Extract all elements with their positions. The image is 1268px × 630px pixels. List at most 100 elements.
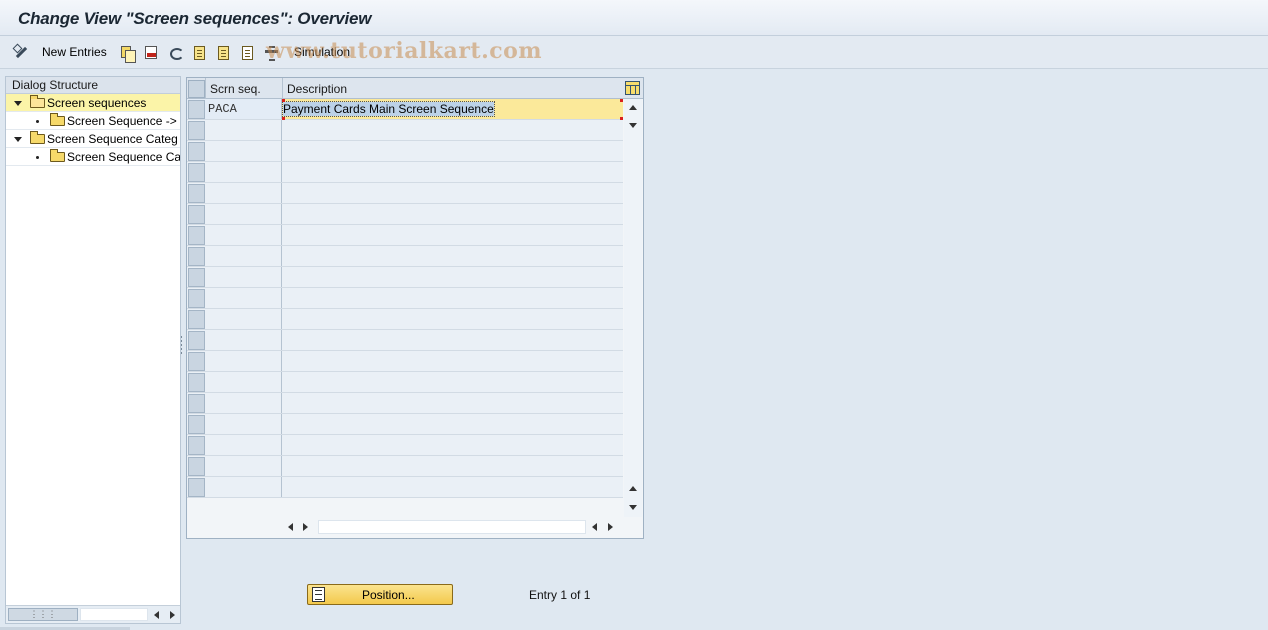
scrn-seq-cell[interactable] [206, 183, 282, 203]
scroll-left-icon[interactable] [154, 611, 159, 619]
table-row[interactable] [187, 414, 623, 435]
row-selector[interactable] [188, 100, 205, 119]
select-block-button[interactable] [218, 43, 229, 61]
scroll-right-icon[interactable] [303, 523, 308, 531]
description-cell[interactable] [282, 393, 623, 413]
row-selector[interactable] [188, 268, 205, 287]
row-selector[interactable] [188, 373, 205, 392]
select-all-rows-button[interactable] [188, 80, 205, 98]
table-row[interactable] [187, 204, 623, 225]
description-cell[interactable] [282, 183, 623, 203]
scroll-left-icon[interactable] [288, 523, 293, 531]
scrn-seq-cell[interactable] [206, 435, 282, 455]
scrn-seq-cell[interactable] [206, 225, 282, 245]
description-cell[interactable] [282, 225, 623, 245]
table-row[interactable] [187, 309, 623, 330]
table-row[interactable] [187, 393, 623, 414]
scrn-seq-cell[interactable] [206, 309, 282, 329]
description-cell[interactable] [282, 330, 623, 350]
scrn-seq-cell[interactable] [206, 267, 282, 287]
row-selector[interactable] [188, 142, 205, 161]
table-row[interactable] [187, 246, 623, 267]
description-cell[interactable] [282, 477, 623, 497]
scrollbar-track[interactable] [80, 608, 148, 621]
scrn-seq-cell[interactable] [206, 162, 282, 182]
tree-item-screen-sequence-categ[interactable]: Screen Sequence Categ [6, 130, 180, 148]
scrollbar-thumb[interactable]: ⋮⋮⋮ [8, 608, 78, 621]
scrn-seq-cell[interactable]: PACA [206, 99, 282, 119]
undo-button[interactable] [168, 43, 184, 61]
description-cell[interactable] [282, 372, 623, 392]
scrn-seq-cell[interactable] [206, 330, 282, 350]
scrn-seq-cell[interactable] [206, 120, 282, 140]
scroll-down-icon[interactable] [629, 505, 637, 510]
table-row[interactable] [187, 162, 623, 183]
table-row[interactable] [187, 225, 623, 246]
tree-horizontal-scrollbar[interactable]: ⋮⋮⋮ [6, 605, 180, 623]
position-button[interactable]: Position... [307, 584, 453, 605]
row-selector[interactable] [188, 247, 205, 266]
table-row[interactable] [187, 183, 623, 204]
scrn-seq-cell[interactable] [206, 477, 282, 497]
table-row[interactable] [187, 141, 623, 162]
description-cell[interactable] [282, 120, 623, 140]
description-cell[interactable] [282, 435, 623, 455]
tree-item-screen-sequence-ca[interactable]: Screen Sequence Ca [6, 148, 180, 166]
scrn-seq-cell[interactable] [206, 204, 282, 224]
table-horizontal-scrollbar[interactable] [282, 518, 622, 536]
description-cell[interactable] [282, 141, 623, 161]
row-selector[interactable] [188, 436, 205, 455]
description-cell[interactable] [282, 288, 623, 308]
scrn-seq-cell[interactable] [206, 456, 282, 476]
row-selector[interactable] [188, 352, 205, 371]
description-cell[interactable] [282, 414, 623, 434]
row-selector[interactable] [188, 289, 205, 308]
panel-splitter[interactable] [180, 336, 183, 356]
description-cell[interactable] [282, 309, 623, 329]
row-selector[interactable] [188, 205, 205, 224]
scroll-page-up-icon[interactable] [629, 486, 637, 491]
table-row[interactable]: PACA Payment Cards Main Screen Sequence [187, 99, 623, 120]
scrn-seq-cell[interactable] [206, 414, 282, 434]
scrn-seq-cell[interactable] [206, 393, 282, 413]
select-all-button[interactable] [194, 43, 205, 61]
scroll-right-icon[interactable] [170, 611, 175, 619]
table-row[interactable] [187, 330, 623, 351]
column-header-scrn-seq[interactable]: Scrn seq. [205, 78, 282, 99]
table-row[interactable] [187, 372, 623, 393]
description-cell[interactable] [282, 162, 623, 182]
deselect-all-button[interactable] [242, 43, 253, 61]
copy-button[interactable] [121, 43, 136, 63]
description-cell[interactable] [282, 204, 623, 224]
row-selector[interactable] [188, 478, 205, 497]
table-row[interactable] [187, 120, 623, 141]
row-selector[interactable] [188, 163, 205, 182]
row-selector[interactable] [188, 310, 205, 329]
row-selector[interactable] [188, 121, 205, 140]
table-row[interactable] [187, 351, 623, 372]
row-selector[interactable] [188, 184, 205, 203]
description-cell[interactable]: Payment Cards Main Screen Sequence [282, 99, 623, 119]
scrn-seq-cell[interactable] [206, 141, 282, 161]
row-selector[interactable] [188, 415, 205, 434]
scroll-page-down-icon[interactable] [629, 123, 637, 128]
scroll-up-icon[interactable] [629, 105, 637, 110]
expand-triangle-icon[interactable] [14, 137, 22, 142]
table-vertical-scrollbar[interactable] [624, 99, 642, 517]
table-settings-icon[interactable] [625, 81, 640, 95]
description-cell[interactable] [282, 351, 623, 371]
table-row[interactable] [187, 288, 623, 309]
scrn-seq-cell[interactable] [206, 351, 282, 371]
row-selector[interactable] [188, 331, 205, 350]
scroll-left-icon[interactable] [592, 523, 597, 531]
description-cell[interactable] [282, 456, 623, 476]
scrollbar-track[interactable] [318, 520, 586, 534]
table-row[interactable] [187, 267, 623, 288]
table-row[interactable] [187, 456, 623, 477]
description-cell[interactable] [282, 246, 623, 266]
scrn-seq-cell[interactable] [206, 288, 282, 308]
table-row[interactable] [187, 477, 623, 498]
row-selector[interactable] [188, 226, 205, 245]
scroll-right-icon[interactable] [608, 523, 613, 531]
column-header-description[interactable]: Description [282, 78, 622, 99]
